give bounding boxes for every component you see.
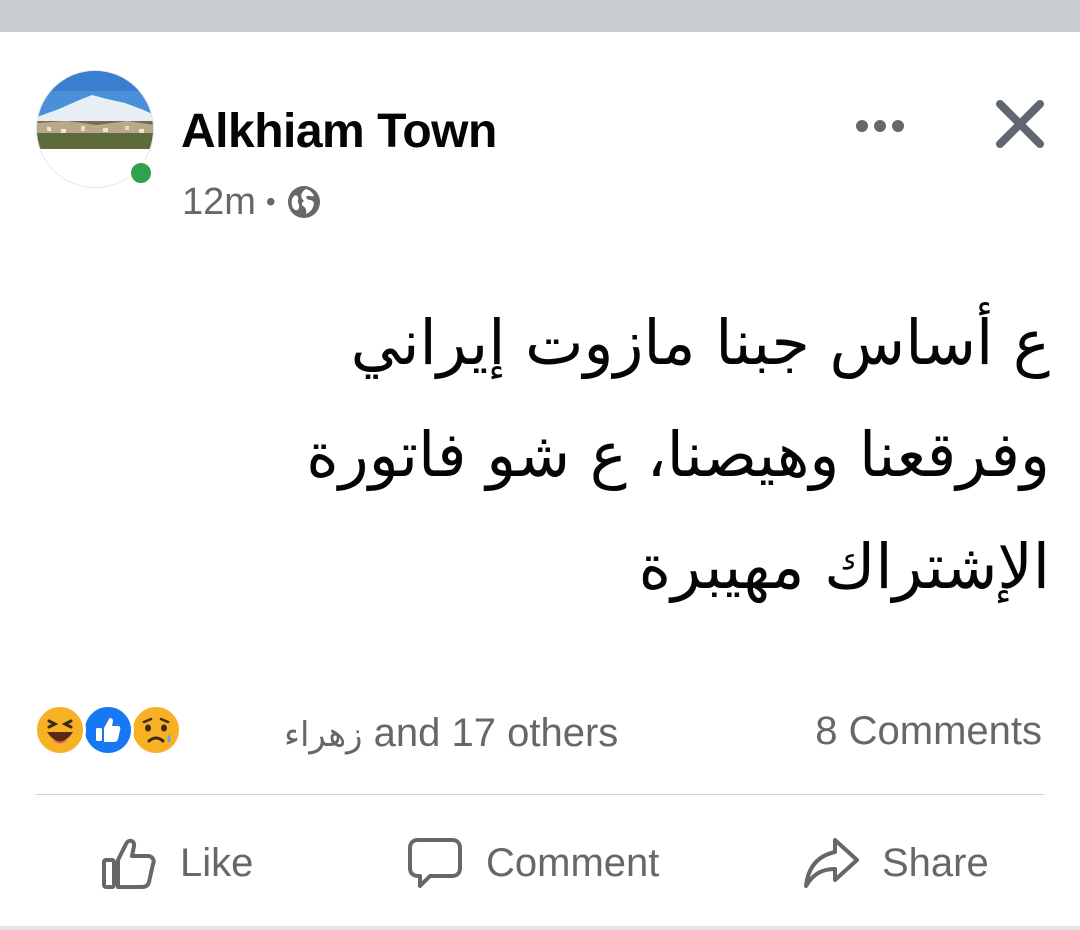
comment-button[interactable]: Comment [406,832,659,894]
top-status-strip [0,0,1080,32]
more-options-button[interactable] [852,106,908,146]
bottom-border [0,926,1080,930]
share-label: Share [882,840,989,885]
like-icon [82,704,134,756]
share-button[interactable]: Share [802,832,989,894]
thumbs-up-icon [102,838,156,889]
globe-icon [286,184,322,220]
comment-label: Comment [486,840,660,885]
page-avatar[interactable] [36,70,156,188]
divider [36,794,1044,795]
reactors-summary[interactable]: زهراء and 17 others [284,710,618,758]
reactor-suffix: and 17 others [362,711,619,755]
like-button[interactable]: Like [100,832,253,894]
share-arrow-icon [804,838,859,888]
post-text-line: وفرقعنا وهيصنا، ع شو فاتورة [306,418,1050,491]
post-text-line: ع أساس جبنا مازوت إيراني [350,306,1050,379]
comment-bubble-icon [408,838,462,888]
post-text-line: الإشتراك مهيبرة [638,530,1050,603]
haha-icon [34,704,86,756]
post-body-text: ع أساس جبنا مازوت إيراني وفرقعنا وهيصنا،… [150,287,1050,623]
close-button[interactable] [994,98,1046,150]
post-card: Alkhiam Town 12m • ع أساس جبنا مازوت إير… [0,32,1080,930]
reactor-name: زهراء [284,715,363,755]
sad-icon [130,704,182,756]
reaction-summary[interactable] [34,704,184,760]
more-dots-icon [856,120,904,132]
post-timestamp[interactable]: 12m [182,180,256,224]
page-name[interactable]: Alkhiam Town [181,104,497,160]
online-status-dot [126,158,156,188]
post-meta: 12m • [182,180,322,224]
close-icon [996,100,1044,148]
meta-separator: • [265,186,276,217]
like-label: Like [180,840,254,885]
comments-count-link[interactable]: 8 Comments [815,708,1042,754]
